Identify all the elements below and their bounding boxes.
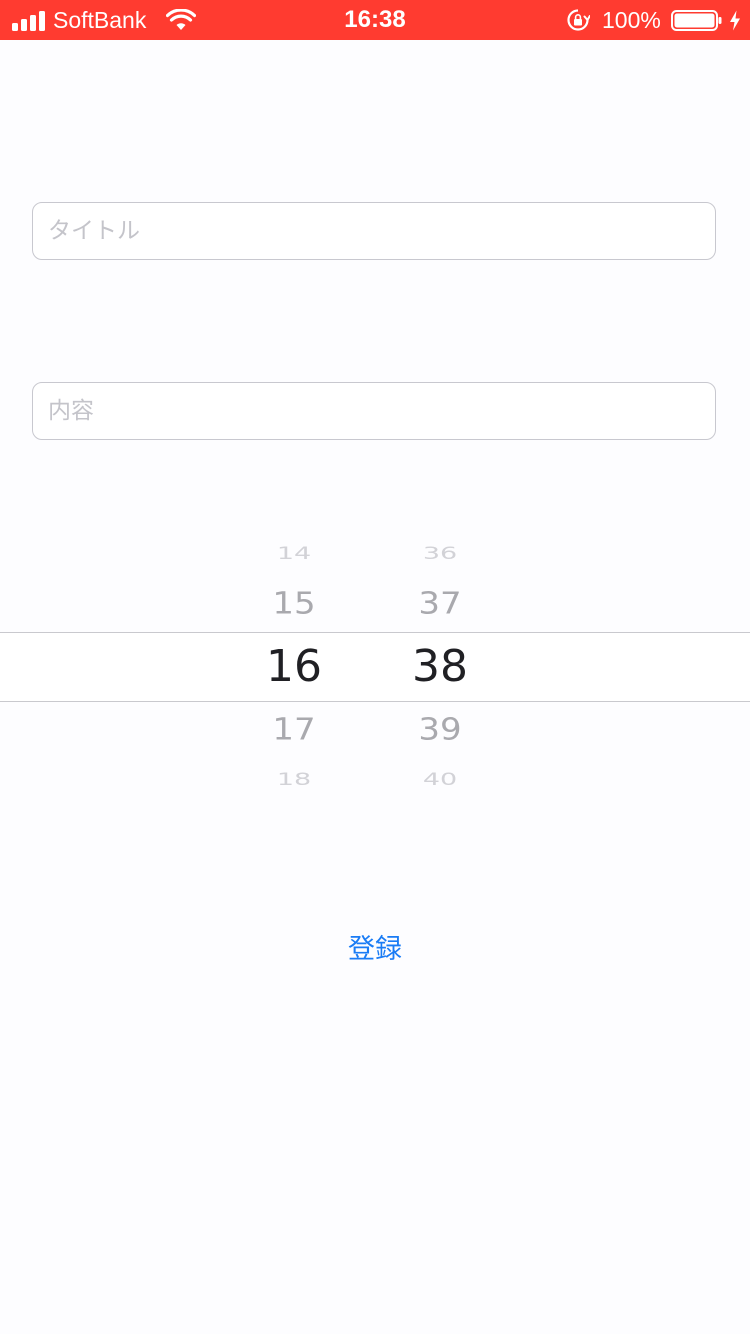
hour-option[interactable]: 15 <box>234 585 354 624</box>
register-button[interactable]: 登録 <box>275 925 475 975</box>
minute-option[interactable]: 40 <box>380 770 500 790</box>
time-picker[interactable]: 14 15 16 17 18 36 37 38 39 40 <box>0 530 750 800</box>
title-input[interactable] <box>32 202 716 260</box>
content-input[interactable] <box>32 382 716 440</box>
picker-selection-bottom-line <box>0 701 750 702</box>
minute-option[interactable]: 36 <box>380 544 500 564</box>
picker-selection-top-line <box>0 632 750 633</box>
selected-minute[interactable]: 38 <box>380 642 500 692</box>
minute-option[interactable]: 37 <box>380 585 500 624</box>
hour-option[interactable]: 17 <box>234 711 354 750</box>
minute-option[interactable]: 39 <box>380 711 500 750</box>
rotation-lock-icon <box>567 9 590 31</box>
hour-option[interactable]: 14 <box>234 544 354 564</box>
hour-option[interactable]: 18 <box>234 770 354 790</box>
hour-column[interactable]: 14 15 16 17 18 <box>234 530 354 800</box>
charging-bolt-icon <box>730 10 740 31</box>
status-bar: SoftBank 16:38 100% <box>0 0 750 40</box>
minute-column[interactable]: 36 37 38 39 40 <box>380 530 500 800</box>
battery-percentage: 100% <box>602 7 661 33</box>
battery-icon <box>671 10 722 31</box>
selected-hour[interactable]: 16 <box>234 642 354 692</box>
picker-selection-band <box>0 633 750 701</box>
